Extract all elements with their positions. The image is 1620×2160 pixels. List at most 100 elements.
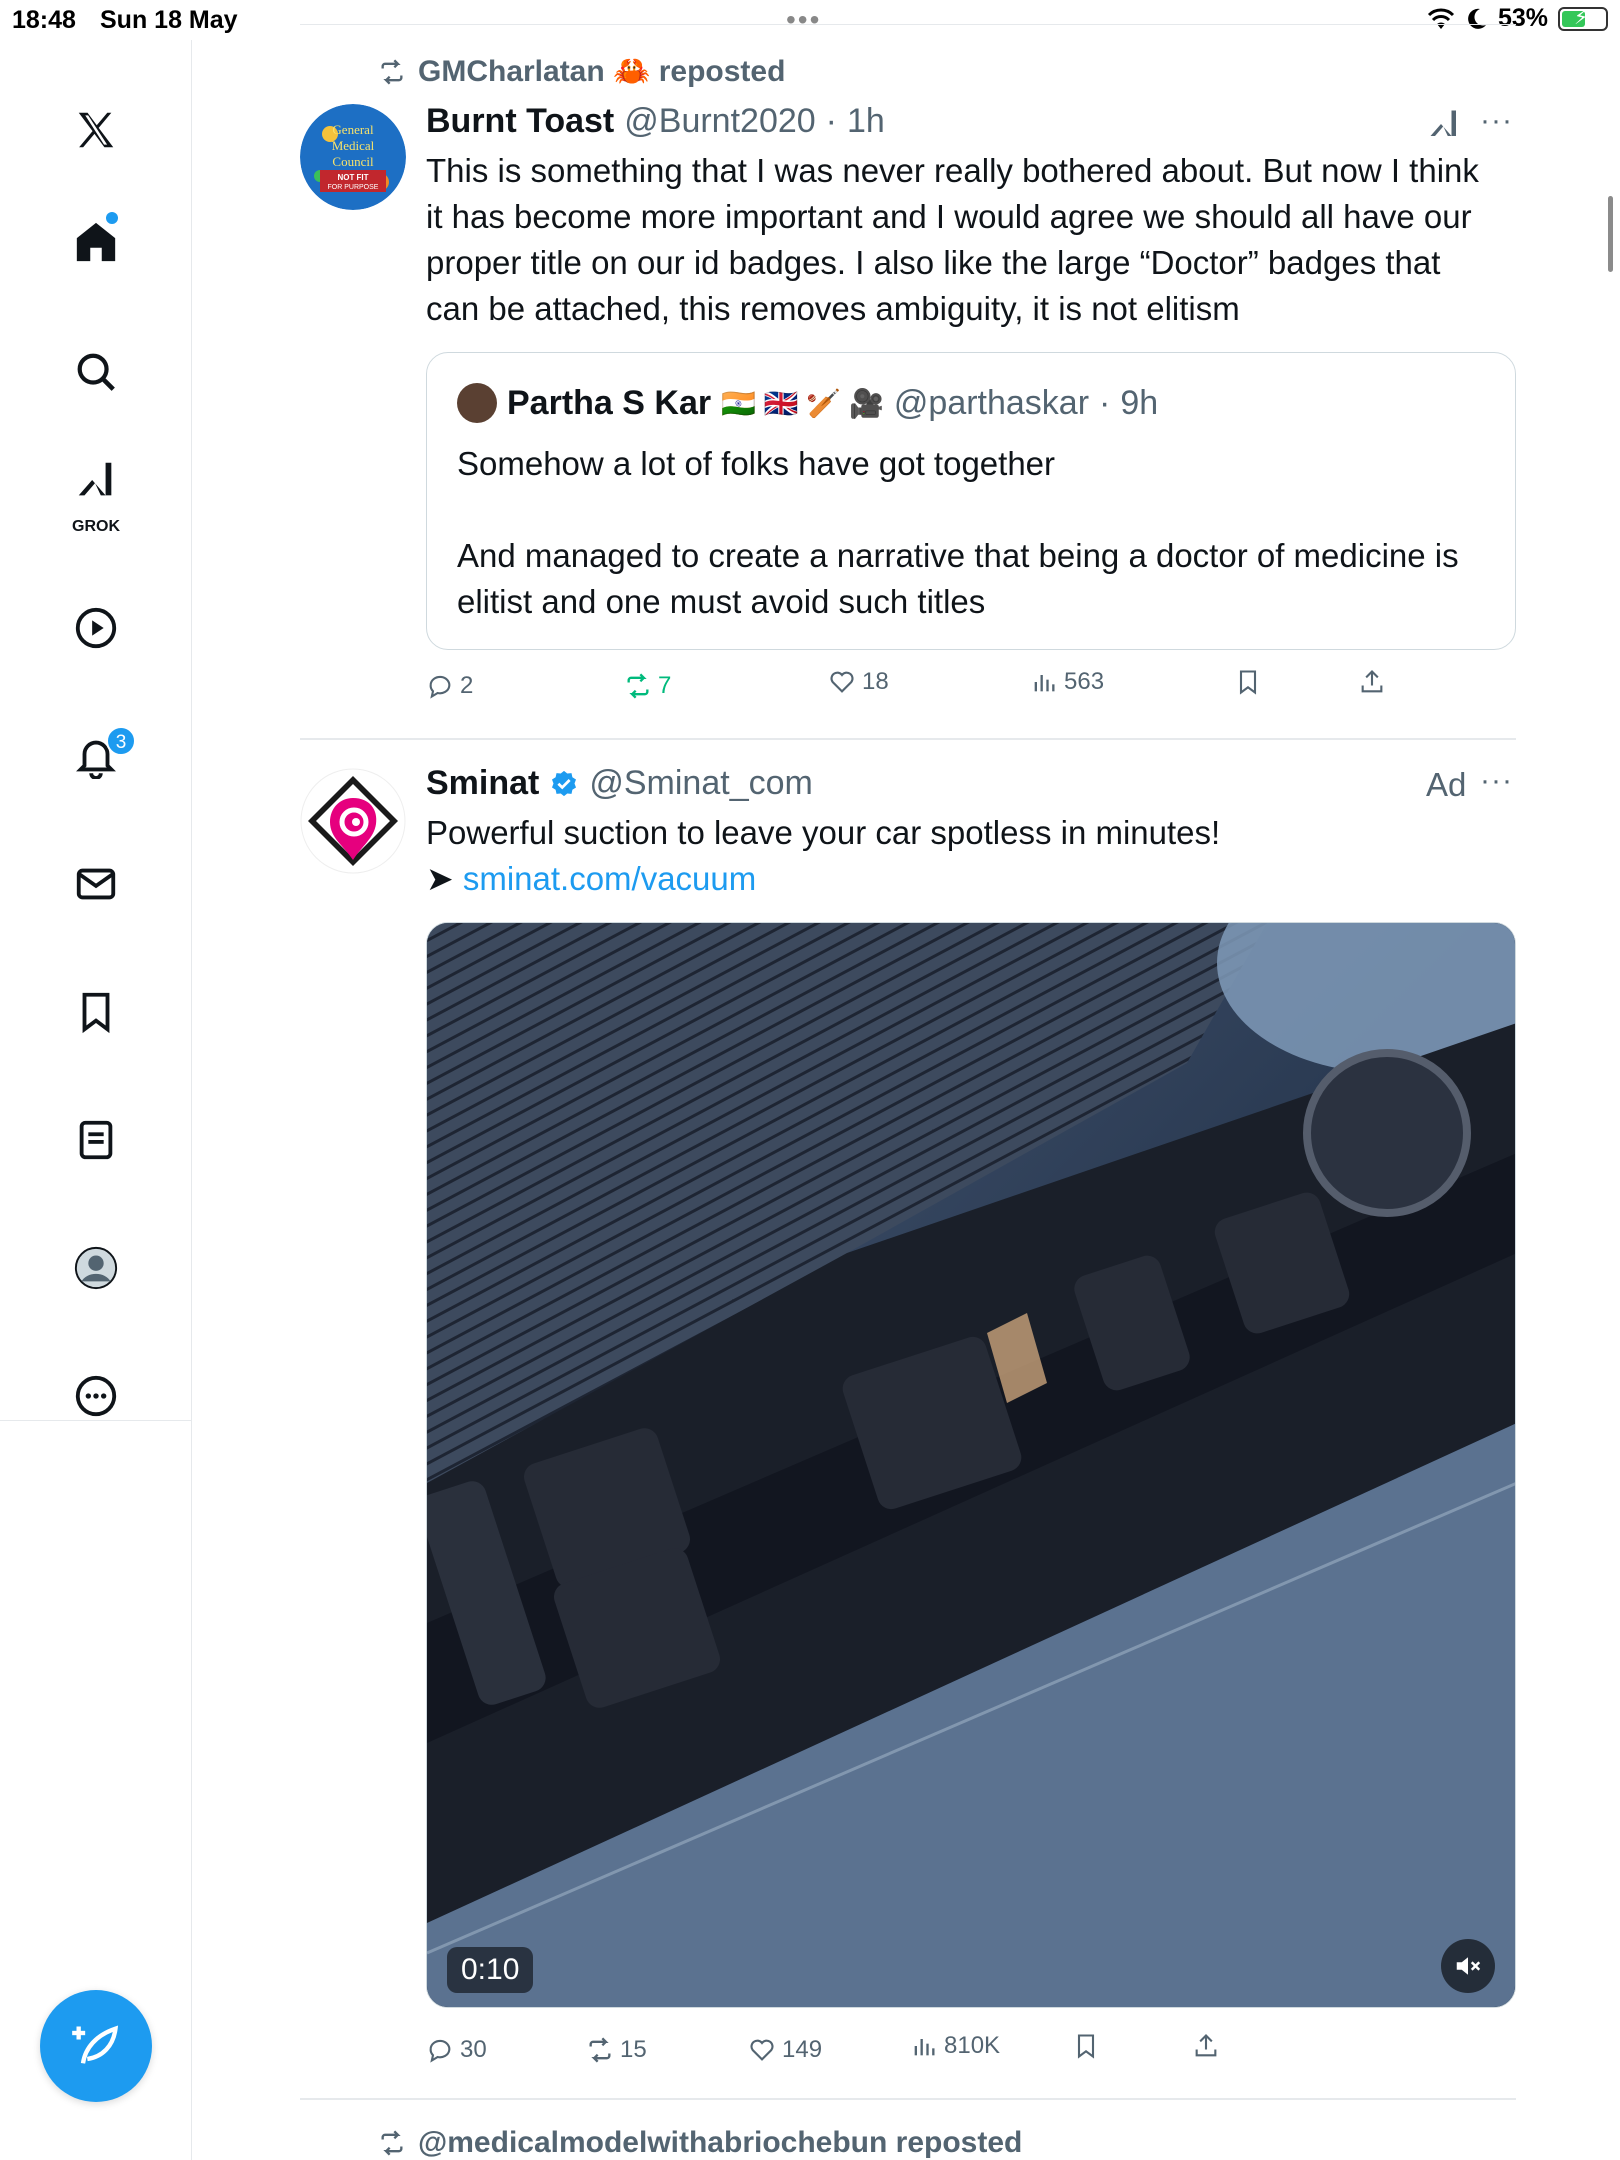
quote-header: Partha S Kar 🇮🇳 🇬🇧 🏏 🎥 @parthaskar · 9h	[457, 383, 1158, 423]
like-button[interactable]: 149	[748, 2036, 822, 2064]
ad-body: Powerful suction to leave your car spotl…	[426, 814, 1221, 851]
quoted-post[interactable]: Partha S Kar 🇮🇳 🇬🇧 🏏 🎥 @parthaskar · 9h …	[426, 352, 1516, 650]
bookmark-button[interactable]	[1234, 668, 1262, 696]
reply-count: 2	[460, 672, 474, 699]
reply-icon	[429, 675, 451, 699]
post-time[interactable]: 1h	[847, 102, 885, 141]
repost-icon	[589, 2037, 611, 2063]
heart-icon	[830, 671, 854, 693]
share-icon	[1195, 2034, 1217, 2057]
post-actions: 2 7 18 563	[426, 668, 1516, 712]
quote-text-line1: Somehow a lot of folks have got together	[457, 445, 1056, 482]
views-count: 810K	[944, 2032, 1001, 2059]
feed-top-border	[300, 24, 1516, 25]
avatar-text-2: Medical	[332, 138, 375, 153]
ad-actions: 30 15 149 810K	[426, 2032, 1516, 2076]
repost-count: 15	[620, 2036, 647, 2063]
author-avatar[interactable]: General Medical Council NOT FIT FOR PURP…	[300, 104, 406, 210]
search-icon[interactable]	[56, 332, 136, 412]
repost-count: 7	[658, 672, 672, 699]
avatar-text-5: FOR PURPOSE	[328, 184, 379, 191]
separator-dot: ·	[825, 102, 837, 140]
status-date: Sun 18 May	[100, 6, 238, 34]
post-header: Burnt Toast @Burnt2020 · 1h	[426, 102, 885, 141]
mute-button[interactable]	[1441, 1939, 1495, 1993]
views-button[interactable]: 810K	[910, 2032, 1000, 2060]
video-play-icon[interactable]	[56, 588, 136, 668]
lists-icon[interactable]	[56, 1100, 136, 1180]
heart-icon	[750, 2039, 774, 2061]
bookmarks-icon[interactable]	[56, 972, 136, 1052]
views-count: 563	[1064, 668, 1105, 695]
video-timestamp: 0:10	[447, 1947, 534, 1993]
views-button[interactable]: 563	[1030, 668, 1104, 696]
status-time: 18:48	[12, 6, 76, 34]
quote-time: 9h	[1120, 383, 1159, 422]
repost-indicator[interactable]: GMCharlatan 🦀 reposted	[376, 54, 785, 89]
repost-indicator[interactable]: @medicalmodelwithabriochebun reposted	[376, 2126, 1022, 2160]
notifications-badge: 3	[106, 726, 136, 756]
ad-link[interactable]: sminat.com/vacuum	[463, 860, 756, 897]
bookmark-icon	[1077, 2034, 1095, 2059]
author-handle[interactable]: @Burnt2020	[624, 102, 815, 141]
advertiser-name[interactable]: Sminat	[426, 764, 539, 803]
like-count: 18	[862, 668, 889, 695]
arrow-icon: ➤	[426, 860, 454, 897]
home-unread-dot	[106, 212, 118, 224]
quote-avatar	[457, 383, 497, 423]
status-right: 53% ⚡	[1426, 4, 1608, 33]
ad-link-row: ➤ sminat.com/vacuum	[426, 856, 1486, 902]
share-button[interactable]	[1192, 2032, 1220, 2060]
repost-by-text: @medicalmodelwithabriochebun reposted	[418, 2126, 1023, 2159]
more-options-icon[interactable]	[56, 1356, 136, 1436]
reply-button[interactable]: 30	[426, 2036, 487, 2064]
grok-icon[interactable]	[56, 448, 136, 512]
wifi-icon	[1427, 8, 1455, 29]
avatar-text-3: Council	[332, 154, 374, 169]
repost-button[interactable]: 7	[624, 672, 671, 700]
quote-text: Somehow a lot of folks have got together…	[457, 441, 1487, 625]
share-icon	[1361, 670, 1383, 693]
author-name[interactable]: Burnt Toast	[426, 102, 614, 141]
reply-button[interactable]: 2	[426, 672, 473, 700]
sidebar-divider	[0, 1420, 192, 1421]
avatar-text-1: General	[332, 122, 374, 137]
bookmark-button[interactable]	[1072, 2032, 1100, 2060]
advertiser-avatar[interactable]	[300, 768, 406, 874]
avatar-text-4: NOT FIT	[337, 173, 368, 182]
ad-video-player[interactable]: 0:10	[426, 922, 1516, 2008]
x-logo-icon[interactable]	[56, 90, 136, 170]
post-more-icon[interactable]: ···	[1480, 104, 1513, 138]
home-icon[interactable]	[56, 202, 136, 282]
compose-post-button[interactable]	[40, 1990, 152, 2102]
repost-icon	[381, 59, 403, 84]
verified-badge-icon	[549, 769, 579, 799]
moon-icon	[1468, 8, 1486, 29]
repost-by-text: GMCharlatan 🦀 reposted	[418, 55, 786, 88]
multitasking-dots-icon[interactable]: •••	[786, 4, 821, 36]
status-bar: 18:48 Sun 18 May ••• 53% ⚡	[0, 0, 1620, 40]
scrollbar[interactable]	[1608, 196, 1613, 272]
repost-icon	[381, 2130, 403, 2156]
post-text: This is something that I was never reall…	[426, 152, 1479, 327]
like-button[interactable]: 18	[828, 668, 889, 696]
grok-explain-icon[interactable]	[1426, 104, 1462, 149]
ad-label: Ad	[1426, 766, 1467, 803]
reply-icon	[429, 2039, 451, 2063]
views-chart-icon	[914, 2039, 935, 2056]
quote-author-name: Partha S Kar	[507, 383, 712, 422]
ad-header: Sminat @Sminat_com	[426, 764, 813, 803]
advertiser-handle[interactable]: @Sminat_com	[589, 764, 812, 803]
views-chart-icon	[1034, 675, 1055, 692]
separator-dot: ·	[1099, 383, 1111, 422]
column-divider	[191, 1420, 192, 2160]
like-count: 149	[782, 2036, 823, 2063]
sidebar: GROK 3	[0, 40, 192, 1421]
muted-speaker-icon	[1456, 1957, 1481, 1975]
ad-more-icon[interactable]: ···	[1480, 764, 1513, 798]
profile-avatar-icon[interactable]	[56, 1228, 136, 1308]
post-divider	[300, 738, 1516, 740]
repost-button[interactable]: 15	[586, 2036, 647, 2064]
share-button[interactable]	[1358, 668, 1386, 696]
messages-envelope-icon[interactable]	[56, 844, 136, 924]
